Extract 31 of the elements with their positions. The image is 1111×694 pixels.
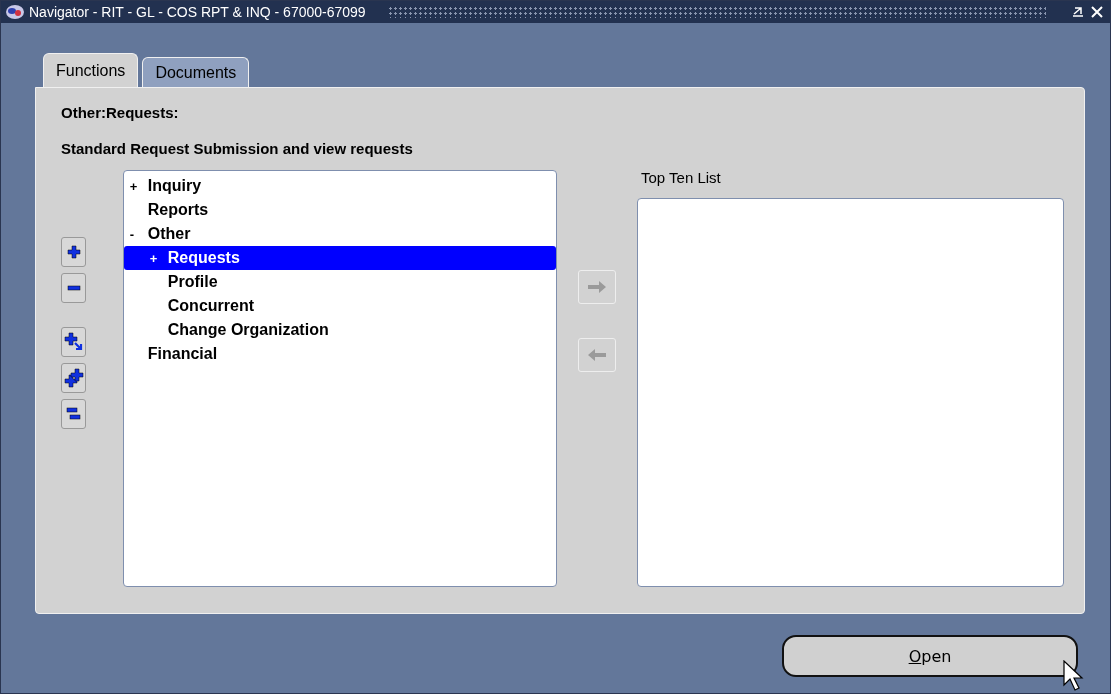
- tree-item[interactable]: Profile: [123, 270, 557, 294]
- tree-item[interactable]: Reports: [123, 198, 557, 222]
- collapse-all-button[interactable]: [61, 399, 86, 429]
- tree-item[interactable]: Change Organization: [123, 318, 557, 342]
- tab[interactable]: Functions: [43, 53, 139, 87]
- tree-item[interactable]: + Requests: [123, 246, 557, 270]
- expand-all-button[interactable]: [61, 363, 86, 393]
- right-arrow-icon: [587, 280, 608, 294]
- plus-arrow-icon: [63, 332, 84, 352]
- left-arrow-icon: [587, 348, 608, 362]
- plus-icon: [66, 245, 81, 259]
- tree-item[interactable]: Financial: [123, 342, 557, 366]
- description-label: Standard Request Submission and view requests: [61, 139, 414, 159]
- tree-item[interactable]: - Other: [123, 222, 557, 246]
- path-label: Other:Requests:: [61, 103, 180, 123]
- tree-item[interactable]: Concurrent: [123, 294, 557, 318]
- tree-item[interactable]: + Inquiry: [123, 174, 557, 198]
- close-icon[interactable]: [1090, 5, 1104, 19]
- minus-icon: [66, 285, 81, 291]
- app-logo-icon: [5, 4, 25, 20]
- double-minus-icon: [65, 406, 82, 422]
- expand-branch-button[interactable]: [61, 327, 86, 357]
- collapse-button[interactable]: [61, 273, 86, 303]
- tab[interactable]: Documents: [142, 57, 250, 87]
- double-plus-icon: [63, 368, 84, 388]
- window-title: Navigator - RIT - GL - COS RPT & INQ - 67000-67099: [29, 4, 366, 20]
- mouse-pointer-icon: [1063, 660, 1085, 694]
- open-button[interactable]: Open: [782, 635, 1078, 677]
- top-ten-label: Top Ten List: [640, 170, 722, 188]
- expand-button[interactable]: [61, 237, 86, 267]
- minimize-icon[interactable]: [1070, 5, 1086, 19]
